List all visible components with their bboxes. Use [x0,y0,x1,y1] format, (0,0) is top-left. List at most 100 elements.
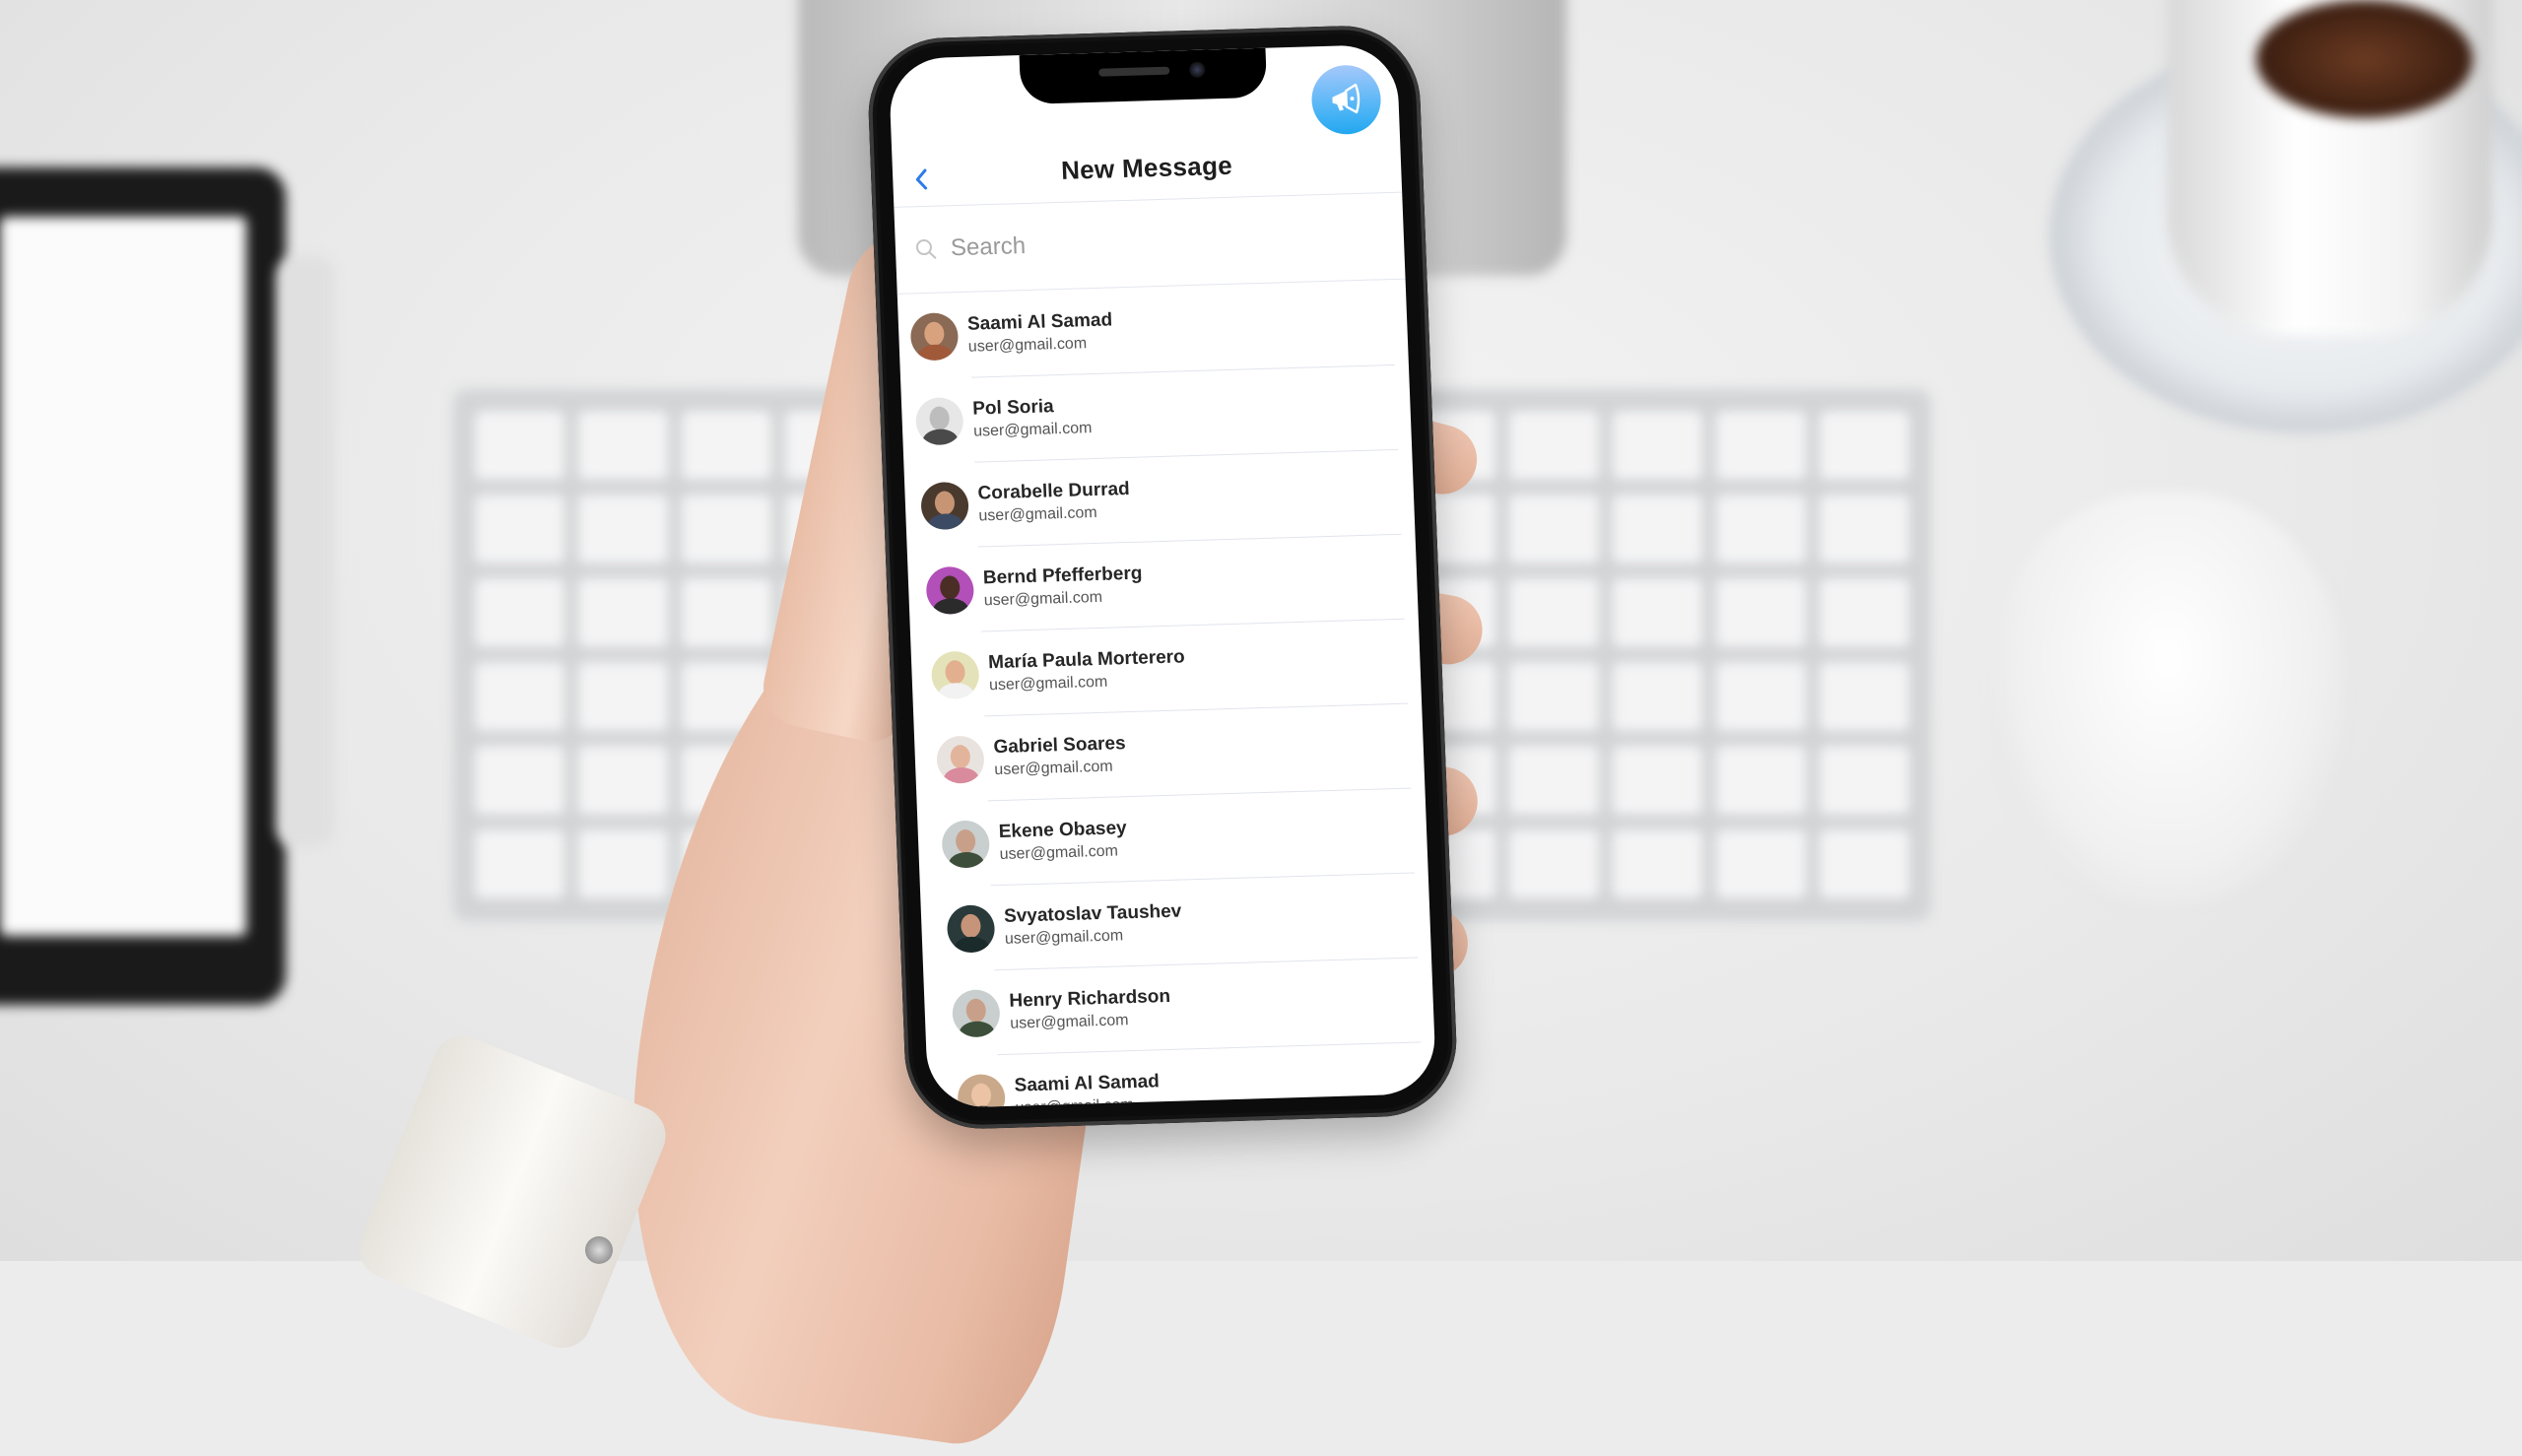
tablet-device [0,167,286,1005]
contact-list-item[interactable]: Ekene Obasey user@gmail.com [917,788,1428,888]
keyboard-key [1716,829,1806,899]
keyboard-key [1613,495,1702,564]
contact-email: user@gmail.com [967,335,1088,356]
avatar-face [945,659,965,685]
contact-email: user@gmail.com [972,420,1093,440]
avatar [957,1073,1007,1109]
avatar-face [950,744,971,769]
contact-name: Saami Al Samad [966,309,1113,335]
avatar-face [939,575,961,600]
avatar-body [943,766,980,784]
tablet-stand [276,256,335,847]
contact-email: user@gmail.com [1004,927,1124,948]
search-icon [915,239,937,259]
speaker-grille [1098,66,1170,77]
keyboard-key [475,411,564,481]
contact-list-item[interactable]: María Paula Morterero user@gmail.com [910,619,1422,718]
contact-name: Corabelle Durrad [977,478,1131,504]
contact-list-item[interactable]: Bernd Pfefferberg user@gmail.com [907,534,1419,633]
avatar-face [965,998,987,1024]
coffee [2256,0,2473,118]
contact-text: Pol Soria user@gmail.com [972,394,1093,443]
keyboard-key [1509,829,1599,899]
keyboard-key [1820,411,1909,481]
avatar [909,312,960,362]
watch-stud [585,1236,613,1264]
keyboard-key [1613,411,1702,481]
contact-text: Bernd Pfefferberg user@gmail.com [982,563,1143,613]
keyboard-key [475,829,564,899]
keyboard-key [1820,662,1909,732]
keyboard-key [1509,411,1599,481]
contact-text: Henry Richardson user@gmail.com [1009,985,1171,1035]
avatar [941,820,991,869]
contact-list-item[interactable]: Svyatoslav Taushev user@gmail.com [920,873,1431,972]
keyboard-key [475,662,564,732]
contact-name: Pol Soria [971,396,1055,420]
avatar [914,396,964,446]
avatar-body [937,682,974,699]
avatar-body [916,344,954,362]
search-input[interactable] [948,222,1348,264]
phone-screen: New Message Saami Al Samaduser@gmail.com… [888,43,1437,1109]
contact-list-item[interactable]: Pol Soria user@gmail.com [900,364,1412,464]
keyboard-key [1509,495,1599,564]
contact-email: user@gmail.com [988,673,1108,695]
contact-list-item[interactable]: Gabriel Soares user@gmail.com [913,703,1425,803]
keyboard-key [1509,578,1599,648]
keyboard-key [1820,829,1909,899]
contact-text: Saami Al Samad user@gmail.com [967,308,1114,358]
avatar-face [960,913,981,939]
contact-name: Saami Al Samad [1014,1071,1161,1096]
avatar-body [953,936,990,954]
keyboard-key [1820,746,1909,816]
contact-email: user@gmail.com [1009,1012,1129,1032]
avatar [946,904,996,954]
keyboard-key [1613,746,1702,816]
keyboard-key [1820,578,1909,648]
keyboard-key [1716,746,1806,816]
contact-email: user@gmail.com [999,842,1119,864]
avatar [925,565,975,616]
page-title: New Message [1060,150,1233,185]
contact-email: user@gmail.com [994,758,1113,779]
contact-name: Henry Richardson [1009,985,1171,1012]
contact-name: Bernd Pfefferberg [982,563,1143,589]
phone: New Message Saami Al Samaduser@gmail.com… [865,24,1460,1131]
search-bar[interactable] [894,191,1406,295]
avatar-face [923,321,945,347]
broadcast-button[interactable] [1310,64,1382,136]
avatar-face [929,406,951,430]
keyboard-key [1613,662,1702,732]
contact-text: Svyatoslav Taushev user@gmail.com [1004,900,1183,951]
megaphone-icon [1332,83,1361,114]
contact-list-item[interactable]: Corabelle Durrad user@gmail.com [903,449,1415,549]
avatar [920,481,969,531]
avatar [936,735,985,784]
contact-text: Ekene Obasey user@gmail.com [998,817,1128,866]
contact-email: user@gmail.com [983,588,1103,610]
avatar-body [922,429,959,446]
keyboard-key [1716,662,1806,732]
keyboard-key [1716,578,1806,648]
keyboard-key [1613,578,1702,648]
contact-list-item[interactable]: Henry Richardson user@gmail.com [923,958,1434,1057]
keyboard-key [475,495,564,564]
avatar-body [959,1021,996,1038]
contact-text: María Paula Morterero user@gmail.com [988,645,1186,696]
front-camera [1188,61,1206,78]
keyboard-key [1509,746,1599,816]
keyboard-key [1820,495,1909,564]
contact-text: Corabelle Durrad user@gmail.com [977,478,1131,528]
keyboard-key [1716,495,1806,564]
keyboard-key [1716,411,1806,481]
avatar-body [927,512,964,531]
contact-list-item[interactable]: Saami Al Samad user@gmail.com [897,281,1409,380]
avatar-face [970,1083,992,1107]
avatar-body [948,851,985,869]
keyboard-key [475,746,564,816]
keyboard-key [1613,829,1702,899]
contact-text: Gabriel Soares user@gmail.com [993,732,1127,781]
avatar-face [955,828,976,854]
avatar [930,650,980,699]
